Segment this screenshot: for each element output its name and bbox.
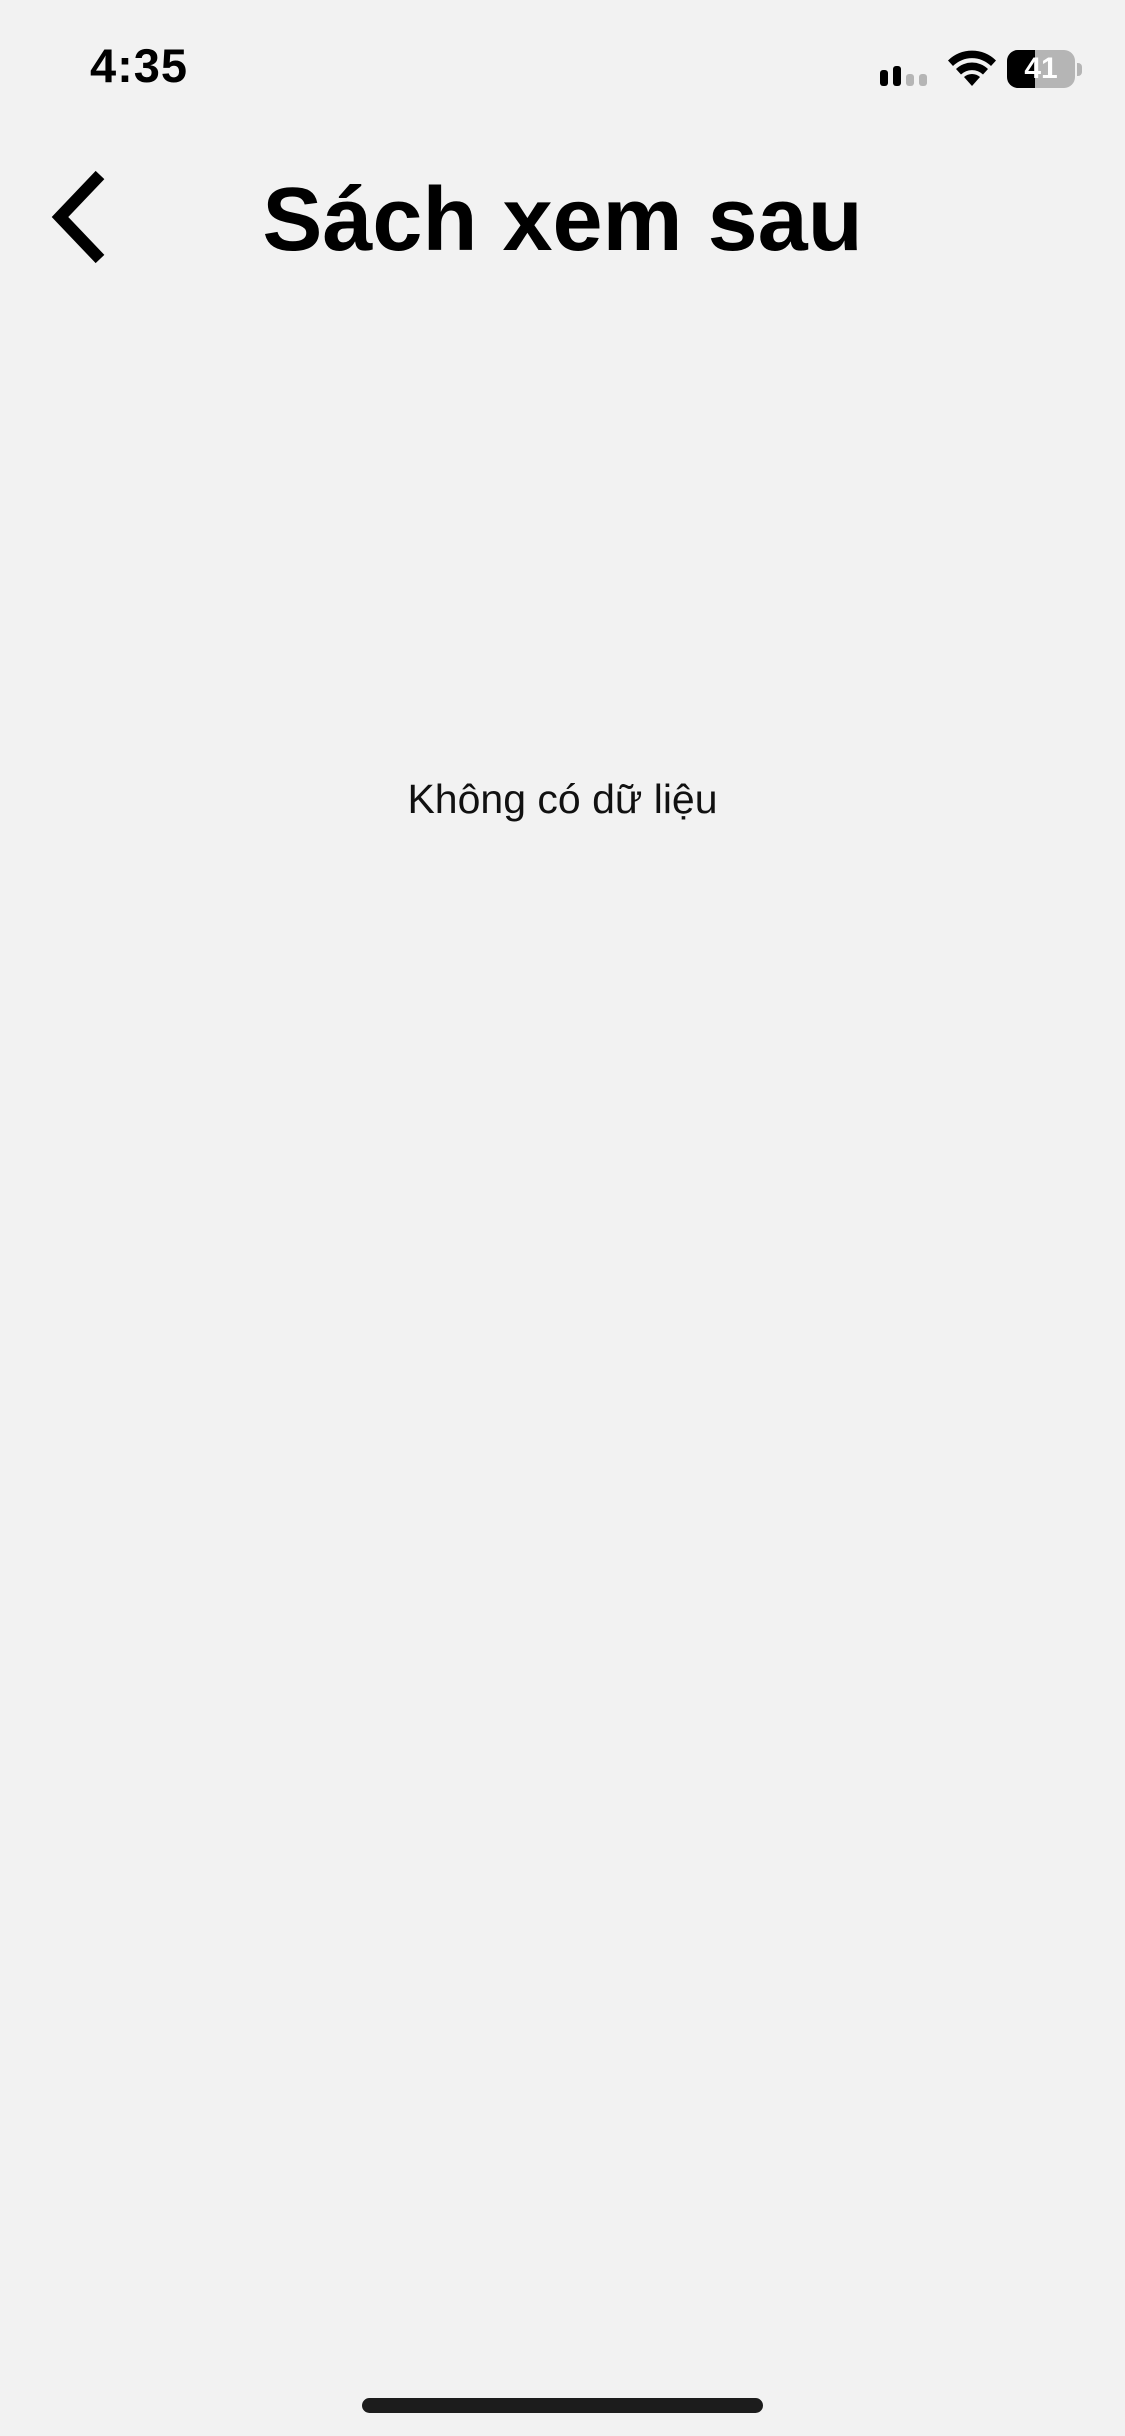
- battery-level: 41: [1024, 52, 1058, 85]
- screen: 4:35 41 Sách xem sau Không có dữ liệu: [0, 0, 1125, 2436]
- home-indicator[interactable]: [362, 2398, 763, 2413]
- battery-cap: [1077, 63, 1082, 76]
- page-title: Sách xem sau: [262, 170, 863, 270]
- status-time: 4:35: [90, 39, 189, 92]
- battery-icon: 41: [1007, 50, 1083, 88]
- wifi-icon: [948, 50, 996, 86]
- status-bar: 4:35 41: [0, 0, 1125, 132]
- empty-state-message: Không có dữ liệu: [407, 776, 718, 822]
- navigation-bar: Sách xem sau: [0, 140, 1125, 290]
- cellular-signal-icon: [880, 66, 927, 86]
- battery-body: 41: [1007, 50, 1075, 88]
